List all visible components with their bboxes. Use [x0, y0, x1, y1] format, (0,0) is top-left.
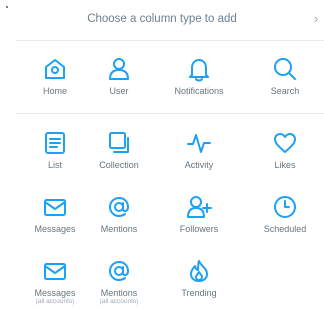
modal-header: Choose a column type to add › — [0, 0, 324, 40]
header-divider — [16, 40, 324, 41]
column-type-mentions[interactable]: Mentions — [87, 194, 151, 234]
column-type-label: User — [109, 86, 129, 96]
column-type-label: List — [47, 160, 62, 170]
column-type-trending[interactable]: Trending — [167, 258, 231, 298]
column-type-search[interactable]: Search — [253, 56, 317, 96]
column-type-collection[interactable]: Collection — [87, 130, 151, 170]
clock-icon — [272, 194, 298, 220]
modal-title: Choose a column type to add — [87, 13, 237, 25]
user-icon — [106, 56, 132, 82]
collection-icon — [106, 130, 132, 156]
column-type-label: Likes — [274, 160, 296, 170]
column-type-label: Messages — [34, 288, 76, 298]
column-type-label: Mentions — [100, 224, 138, 234]
column-type-user[interactable]: User — [87, 56, 151, 96]
search-icon — [272, 56, 298, 82]
flame-icon — [186, 258, 212, 284]
column-type-list[interactable]: List — [23, 130, 87, 170]
column-type-label: Search — [270, 86, 300, 96]
column-type-home[interactable]: Home — [23, 56, 87, 96]
close-button[interactable]: › — [314, 12, 324, 26]
column-type-likes[interactable]: Likes — [253, 130, 317, 170]
column-type-messages[interactable]: Messages — [23, 194, 87, 234]
heart-icon — [272, 130, 298, 156]
column-type-followers[interactable]: Followers — [167, 194, 231, 234]
bell-icon — [186, 56, 212, 82]
column-type-notifications[interactable]: Notifications — [167, 56, 231, 96]
column-type-mentions-all[interactable]: Mentions (all accounts) — [87, 258, 151, 306]
add-user-icon — [186, 194, 212, 220]
column-type-scheduled[interactable]: Scheduled — [253, 194, 317, 234]
at-icon — [106, 258, 132, 284]
column-type-label: Collection — [99, 160, 139, 170]
envelope-icon — [42, 194, 68, 220]
column-type-activity[interactable]: Activity — [167, 130, 231, 170]
envelope-icon — [42, 258, 68, 284]
activity-icon — [186, 130, 212, 156]
column-type-label: Mentions — [100, 288, 138, 298]
section-divider — [16, 113, 324, 114]
column-type-label: Followers — [179, 224, 219, 234]
at-icon — [106, 194, 132, 220]
column-type-label: Scheduled — [263, 224, 307, 234]
column-type-sublabel: (all accounts) — [35, 298, 75, 305]
column-type-label: Messages — [34, 224, 76, 234]
column-type-label: Notifications — [174, 86, 224, 96]
home-icon — [42, 56, 68, 82]
column-type-label: Trending — [181, 288, 217, 298]
column-type-label: Home — [42, 86, 67, 96]
list-icon — [42, 130, 68, 156]
column-type-messages-all[interactable]: Messages (all accounts) — [23, 258, 87, 306]
column-type-sublabel: (all accounts) — [99, 298, 139, 305]
column-type-label: Activity — [184, 160, 214, 170]
